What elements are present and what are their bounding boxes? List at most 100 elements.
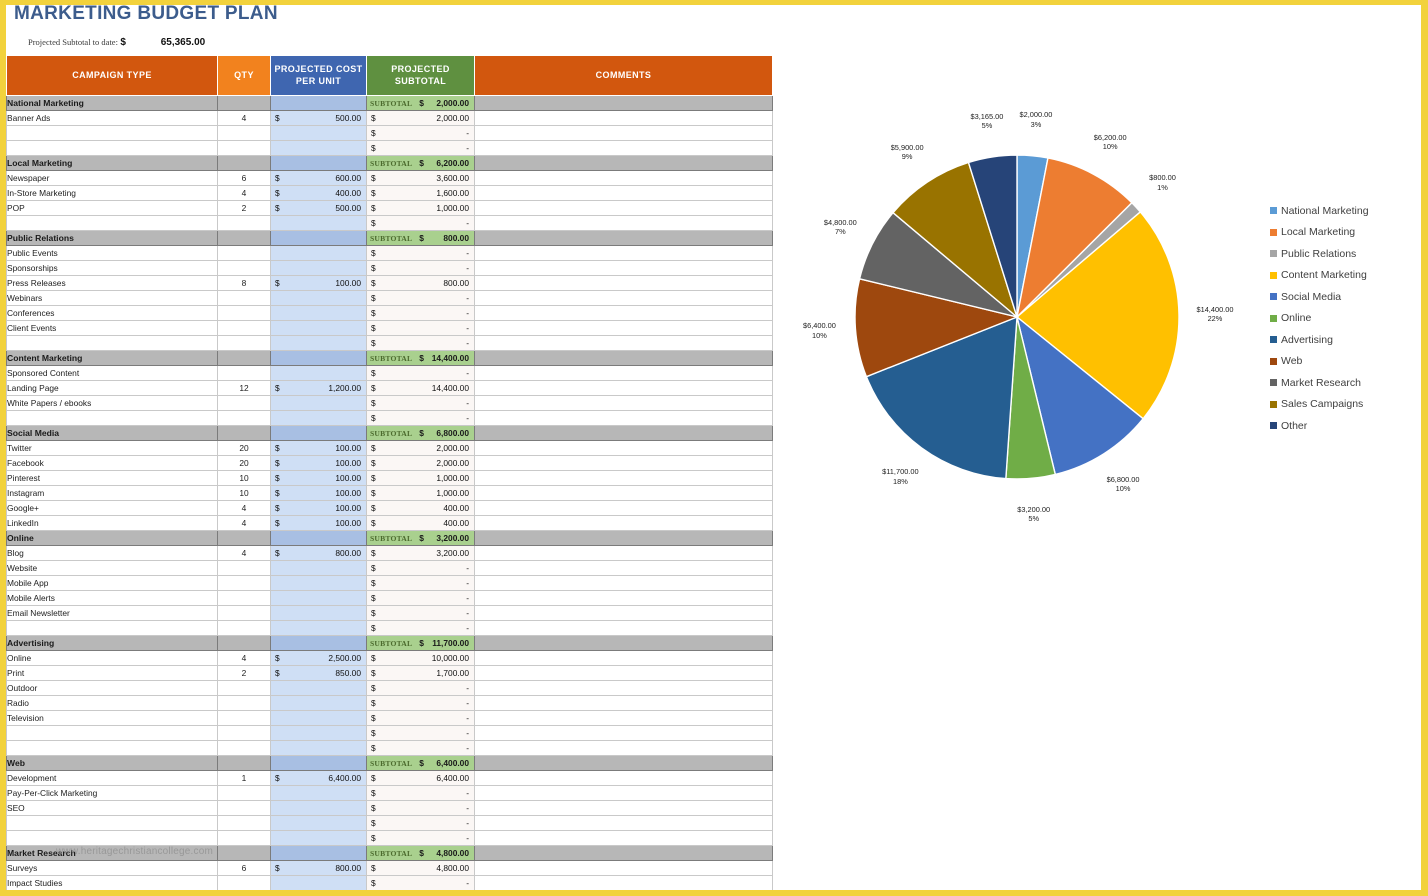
item-name[interactable]: Email Newsletter	[6, 605, 218, 621]
item-qty[interactable]	[217, 695, 271, 711]
item-name[interactable]: Webinars	[6, 290, 218, 306]
item-name[interactable]: Client Events	[6, 320, 218, 336]
category-row[interactable]: Content Marketing SUBTOTAL $14,400.00	[6, 350, 773, 366]
item-comments[interactable]	[474, 695, 773, 711]
item-comments[interactable]	[474, 665, 773, 681]
item-name[interactable]	[6, 620, 218, 636]
item-comments[interactable]	[474, 365, 773, 381]
item-comments[interactable]	[474, 260, 773, 276]
item-qty[interactable]	[217, 335, 271, 351]
item-comments[interactable]	[474, 770, 773, 786]
item-unit-cost[interactable]: $	[270, 590, 367, 606]
item-unit-cost[interactable]: $6,400.00	[270, 770, 367, 786]
item-unit-cost[interactable]: $400.00	[270, 185, 367, 201]
item-unit-cost[interactable]: $	[270, 725, 367, 741]
item-comments[interactable]	[474, 500, 773, 516]
item-unit-cost[interactable]: $	[270, 260, 367, 276]
item-qty[interactable]: 10	[217, 470, 271, 486]
table-body[interactable]: National Marketing SUBTOTAL $2,000.00 Banne…	[6, 95, 773, 891]
item-unit-cost[interactable]: $500.00	[270, 200, 367, 216]
item-qty[interactable]	[217, 245, 271, 261]
table-row[interactable]: Facebook 20 $100.00 $2,000.00	[6, 455, 773, 471]
item-comments[interactable]	[474, 875, 773, 891]
table-row[interactable]: Sponsorships$$-	[6, 260, 773, 276]
item-unit-cost[interactable]: $	[270, 605, 367, 621]
budget-table[interactable]: CAMPAIGN TYPE QTY PROJECTED COST PER UNI…	[6, 55, 773, 891]
category-row[interactable]: Public Relations SUBTOTAL $800.00	[6, 230, 773, 246]
item-qty[interactable]: 20	[217, 455, 271, 471]
table-row[interactable]: In-Store Marketing 4 $400.00 $1,600.00	[6, 185, 773, 201]
item-name[interactable]: White Papers / ebooks	[6, 395, 218, 411]
item-name[interactable]	[6, 410, 218, 426]
table-row[interactable]: $$-	[6, 125, 773, 141]
item-unit-cost[interactable]: $	[270, 395, 367, 411]
item-comments[interactable]	[474, 140, 773, 156]
item-comments[interactable]	[474, 800, 773, 816]
item-qty[interactable]	[217, 725, 271, 741]
item-qty[interactable]: 2	[217, 665, 271, 681]
item-comments[interactable]	[474, 215, 773, 231]
item-name[interactable]: Sponsorships	[6, 260, 218, 276]
item-name[interactable]: Instagram	[6, 485, 218, 501]
table-row[interactable]: Pinterest 10 $100.00 $1,000.00	[6, 470, 773, 486]
item-qty[interactable]: 12	[217, 380, 271, 396]
item-name[interactable]: Twitter	[6, 440, 218, 456]
category-row[interactable]: Market Research SUBTOTAL $4,800.00	[6, 845, 773, 861]
table-row[interactable]: Blog 4 $800.00 $3,200.00	[6, 545, 773, 561]
item-unit-cost[interactable]: $	[270, 575, 367, 591]
table-row[interactable]: LinkedIn 4 $100.00 $400.00	[6, 515, 773, 531]
item-comments[interactable]	[474, 470, 773, 486]
item-unit-cost[interactable]: $100.00	[270, 455, 367, 471]
item-qty[interactable]: 4	[217, 650, 271, 666]
table-row[interactable]: Website$$-	[6, 560, 773, 576]
item-qty[interactable]	[217, 830, 271, 846]
table-row[interactable]: Instagram 10 $100.00 $1,000.00	[6, 485, 773, 501]
table-row[interactable]: Email Newsletter$$-	[6, 605, 773, 621]
item-unit-cost[interactable]: $	[270, 815, 367, 831]
item-name[interactable]: Landing Page	[6, 380, 218, 396]
category-row[interactable]: Advertising SUBTOTAL $11,700.00	[6, 635, 773, 651]
table-row[interactable]: SEO$$-	[6, 800, 773, 816]
item-comments[interactable]	[474, 785, 773, 801]
item-comments[interactable]	[474, 200, 773, 216]
item-name[interactable]	[6, 140, 218, 156]
table-row[interactable]: $$-	[6, 410, 773, 426]
item-comments[interactable]	[474, 620, 773, 636]
item-unit-cost[interactable]: $	[270, 125, 367, 141]
item-comments[interactable]	[474, 275, 773, 291]
table-row[interactable]: Twitter 20 $100.00 $2,000.00	[6, 440, 773, 456]
table-row[interactable]: Pay-Per-Click Marketing$$-	[6, 785, 773, 801]
table-row[interactable]: Surveys 6 $800.00 $4,800.00	[6, 860, 773, 876]
item-qty[interactable]	[217, 575, 271, 591]
item-name[interactable]: LinkedIn	[6, 515, 218, 531]
item-comments[interactable]	[474, 305, 773, 321]
item-comments[interactable]	[474, 650, 773, 666]
item-name[interactable]: Radio	[6, 695, 218, 711]
item-qty[interactable]	[217, 305, 271, 321]
item-name[interactable]	[6, 740, 218, 756]
table-row[interactable]: Mobile Alerts$$-	[6, 590, 773, 606]
item-unit-cost[interactable]: $2,500.00	[270, 650, 367, 666]
table-row[interactable]: Banner Ads 4 $500.00 $2,000.00	[6, 110, 773, 126]
table-row[interactable]: Print 2 $850.00 $1,700.00	[6, 665, 773, 681]
item-unit-cost[interactable]: $	[270, 305, 367, 321]
item-qty[interactable]: 6	[217, 860, 271, 876]
item-comments[interactable]	[474, 455, 773, 471]
item-unit-cost[interactable]: $100.00	[270, 440, 367, 456]
item-unit-cost[interactable]: $	[270, 680, 367, 696]
item-unit-cost[interactable]: $100.00	[270, 470, 367, 486]
item-name[interactable]: SEO	[6, 800, 218, 816]
category-row[interactable]: Local Marketing SUBTOTAL $6,200.00	[6, 155, 773, 171]
item-comments[interactable]	[474, 680, 773, 696]
item-qty[interactable]	[217, 125, 271, 141]
table-row[interactable]: Webinars$$-	[6, 290, 773, 306]
item-qty[interactable]	[217, 710, 271, 726]
item-qty[interactable]	[217, 410, 271, 426]
item-unit-cost[interactable]: $1,200.00	[270, 380, 367, 396]
item-name[interactable]	[6, 335, 218, 351]
item-unit-cost[interactable]: $100.00	[270, 515, 367, 531]
item-name[interactable]: Impact Studies	[6, 875, 218, 891]
item-name[interactable]: Conferences	[6, 305, 218, 321]
table-row[interactable]: Development 1 $6,400.00 $6,400.00	[6, 770, 773, 786]
item-qty[interactable]	[217, 560, 271, 576]
